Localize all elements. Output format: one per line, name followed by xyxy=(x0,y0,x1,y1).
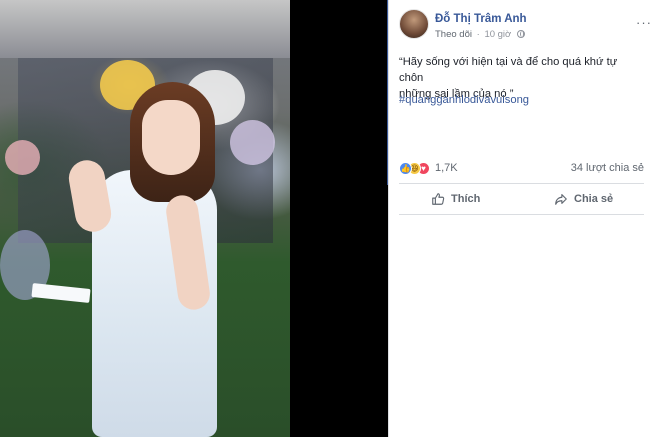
more-options-icon[interactable]: ··· xyxy=(636,16,650,29)
post-actions: Thích Chia sẻ xyxy=(399,186,644,212)
photo-viewer xyxy=(0,0,388,437)
photo-card xyxy=(31,283,91,303)
like-label: Thích xyxy=(451,193,481,205)
follow-link[interactable]: Theo dõi xyxy=(435,29,472,40)
post-time[interactable]: 10 giờ xyxy=(484,29,511,40)
post-panel: Đỗ Thị Trâm Anh Theo dõi · 10 giờ ··· “H… xyxy=(388,0,650,437)
like-button[interactable]: Thích xyxy=(431,186,480,212)
post-photo[interactable] xyxy=(0,0,290,437)
post-stats: 👍 😆 ♥ 1,7K 34 lượt chia sẻ xyxy=(399,160,644,178)
post-text-line: “Hãy sống với hiện tại và để cho quá khứ… xyxy=(399,56,618,84)
author-name[interactable]: Đỗ Thị Trâm Anh xyxy=(435,13,527,25)
share-button[interactable]: Chia sẻ xyxy=(554,186,613,212)
thumbs-up-icon xyxy=(432,193,445,205)
share-arrow-icon xyxy=(555,194,567,205)
globe-icon xyxy=(516,30,525,38)
reaction-count[interactable]: 1,7K xyxy=(435,162,458,174)
post-meta: Theo dõi · 10 giờ xyxy=(435,29,525,40)
divider xyxy=(399,183,644,184)
avatar[interactable] xyxy=(399,9,429,39)
like-reaction-icon: 👍 xyxy=(399,162,412,175)
post-header: Đỗ Thị Trâm Anh Theo dõi · 10 giờ ··· xyxy=(399,9,650,43)
divider xyxy=(399,214,644,215)
photo-flower xyxy=(5,140,40,175)
photo-face xyxy=(142,100,200,175)
share-label: Chia sẻ xyxy=(574,193,614,205)
meta-separator: · xyxy=(476,29,480,40)
hashtag-link[interactable]: #quangganhlodivavuisong xyxy=(399,94,529,106)
share-count[interactable]: 34 lượt chia sẻ xyxy=(571,162,644,174)
photo-background-wall xyxy=(0,0,290,58)
photo-flower xyxy=(230,120,275,165)
